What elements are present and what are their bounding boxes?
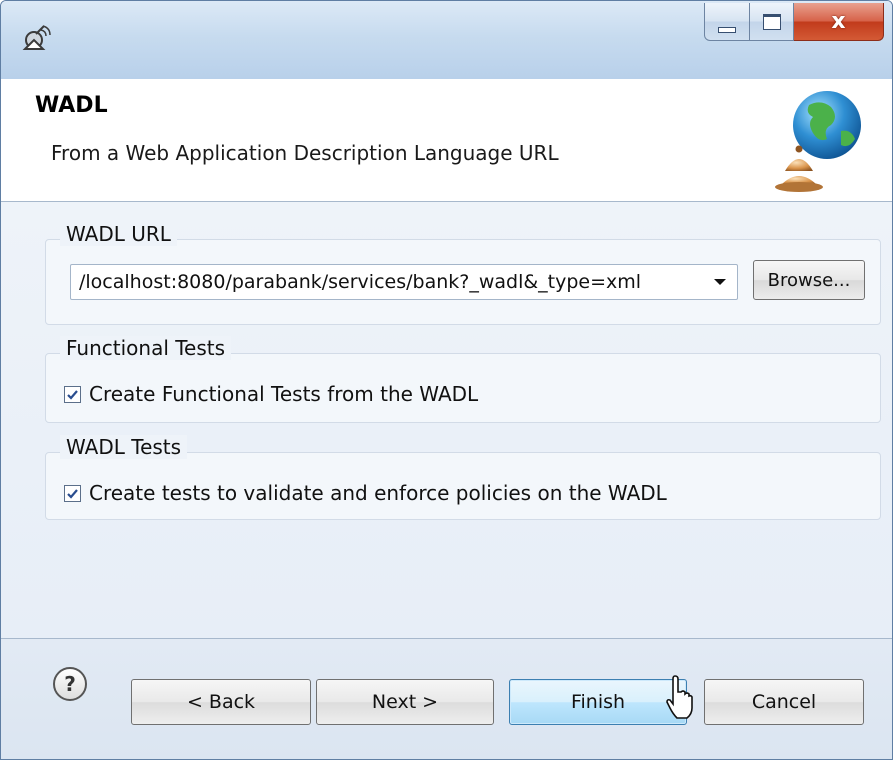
help-icon[interactable]: ? xyxy=(53,667,87,701)
wadl-url-group: WADL URL /localhost:8080/parabank/servic… xyxy=(45,222,881,325)
back-button[interactable]: < Back xyxy=(131,679,311,725)
wadl-url-input[interactable]: /localhost:8080/parabank/services/bank?_… xyxy=(71,271,703,293)
minimize-icon xyxy=(718,26,736,33)
wadl-tests-checkbox[interactable] xyxy=(64,484,81,502)
title-bar[interactable]: x xyxy=(1,1,892,79)
wadl-tests-checkbox-label[interactable]: Create tests to validate and enforce pol… xyxy=(89,481,667,505)
wadl-tests-option[interactable]: Create tests to validate and enforce pol… xyxy=(64,481,667,505)
close-icon: x xyxy=(831,9,846,34)
minimize-button[interactable] xyxy=(704,3,750,41)
functional-tests-checkbox-label[interactable]: Create Functional Tests from the WADL xyxy=(89,382,478,406)
checkmark-icon xyxy=(67,389,78,400)
wadl-tests-group: WADL Tests Create tests to validate and … xyxy=(45,435,881,520)
page-title: WADL xyxy=(35,93,108,118)
maximize-button[interactable] xyxy=(750,3,794,41)
functional-tests-group: Functional Tests Create Functional Tests… xyxy=(45,336,881,423)
maximize-icon xyxy=(762,13,781,30)
page-description: From a Web Application Description Langu… xyxy=(51,141,559,165)
wizard-banner: WADL From a Web Application Description … xyxy=(1,79,892,202)
browse-button[interactable]: Browse... xyxy=(753,260,865,300)
window-controls: x xyxy=(704,3,884,45)
next-button[interactable]: Next > xyxy=(316,679,494,725)
functional-tests-checkbox[interactable] xyxy=(64,385,81,403)
checkmark-icon xyxy=(67,488,78,499)
functional-tests-group-label: Functional Tests xyxy=(60,336,232,360)
wizard-footer: ? < Back Next > Finish Cancel xyxy=(1,638,892,759)
functional-tests-option[interactable]: Create Functional Tests from the WADL xyxy=(64,382,478,406)
cancel-button[interactable]: Cancel xyxy=(704,679,864,725)
wizard-window: x WADL From a Web Application Descriptio… xyxy=(0,0,893,760)
close-button[interactable]: x xyxy=(794,3,884,41)
finish-button[interactable]: Finish xyxy=(509,679,687,725)
globe-icon xyxy=(775,91,861,192)
dropdown-arrow-icon[interactable] xyxy=(703,265,737,299)
wadl-url-group-label: WADL URL xyxy=(60,222,177,246)
wadl-url-combobox[interactable]: /localhost:8080/parabank/services/bank?_… xyxy=(70,264,738,300)
wizard-content: WADL URL /localhost:8080/parabank/servic… xyxy=(1,202,892,638)
mouse-cursor-icon xyxy=(666,675,693,719)
wadl-tests-group-label: WADL Tests xyxy=(60,435,188,459)
app-satellite-icon xyxy=(22,25,51,50)
